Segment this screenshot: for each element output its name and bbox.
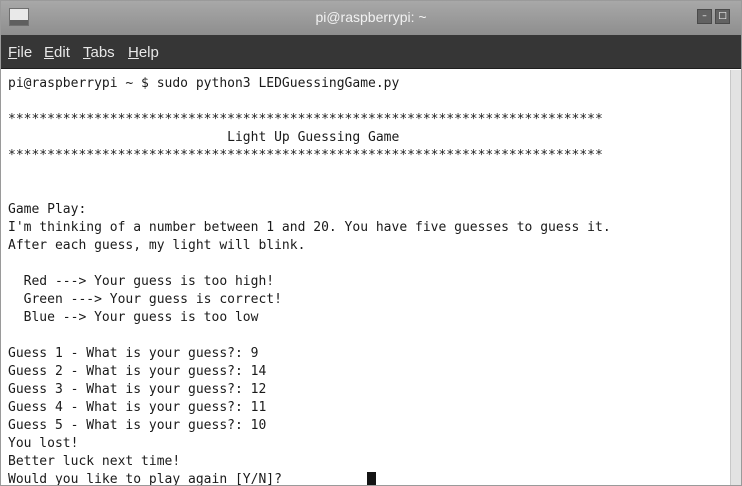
menu-help-label: elp [138, 44, 159, 61]
terminal-line: Blue --> Your guess is too low [8, 310, 259, 325]
terminal-line: ****************************************… [8, 148, 603, 163]
menu-file-label: ile [17, 44, 33, 61]
terminal-line: Game Play: [8, 202, 87, 217]
terminal-line: Red ---> Your guess is too high! [8, 274, 275, 289]
terminal-output[interactable]: pi@raspberrypi ~ $ sudo python3 LEDGuess… [1, 70, 730, 485]
menu-edit-label: dit [54, 44, 70, 61]
terminal-line: Guess 5 - What is your guess?: 10 [8, 418, 267, 433]
terminal-prompt-line: Would you like to play again [Y/N]? [8, 472, 290, 485]
menu-edit[interactable]: Edit [44, 44, 70, 61]
terminal-line: You lost! [8, 436, 79, 451]
terminal-line: I'm thinking of a number between 1 and 2… [8, 220, 611, 235]
terminal-line: Guess 2 - What is your guess?: 14 [8, 364, 267, 379]
terminal-line: Guess 3 - What is your guess?: 12 [8, 382, 267, 397]
terminal-line: Light Up Guessing Game [8, 130, 400, 145]
terminal-line: Better luck next time! [8, 454, 181, 469]
menu-help-mnemonic: H [128, 44, 139, 61]
terminal-scrollbar[interactable] [730, 70, 741, 485]
menu-help[interactable]: Help [128, 44, 159, 61]
menu-tabs-mnemonic: T [83, 44, 91, 61]
menu-bar: File Edit Tabs Help [1, 35, 741, 69]
menu-file-mnemonic: F [8, 44, 18, 61]
menu-edit-mnemonic: E [44, 44, 55, 61]
menu-tabs-label: abs [90, 44, 115, 61]
terminal-line: ****************************************… [8, 112, 603, 127]
maximize-icon[interactable]: □ [715, 9, 730, 24]
terminal-line: Guess 4 - What is your guess?: 11 [8, 400, 267, 415]
window-title: pi@raspberrypi: ~ [315, 9, 427, 25]
text-cursor [367, 472, 376, 485]
terminal-line: pi@raspberrypi ~ $ sudo python3 LEDGuess… [8, 76, 400, 91]
menu-tabs[interactable]: Tabs [83, 44, 115, 61]
menu-file[interactable]: File [8, 44, 32, 61]
minimize-icon[interactable]: – [697, 9, 712, 24]
terminal-line: After each guess, my light will blink. [8, 238, 306, 253]
terminal-line: Green ---> Your guess is correct! [8, 292, 282, 307]
terminal-window: pi@raspberrypi: ~ – □ File Edit Tabs Hel… [0, 0, 742, 486]
title-bar[interactable]: pi@raspberrypi: ~ – □ [1, 1, 741, 35]
terminal-line: Guess 1 - What is your guess?: 9 [8, 346, 259, 361]
